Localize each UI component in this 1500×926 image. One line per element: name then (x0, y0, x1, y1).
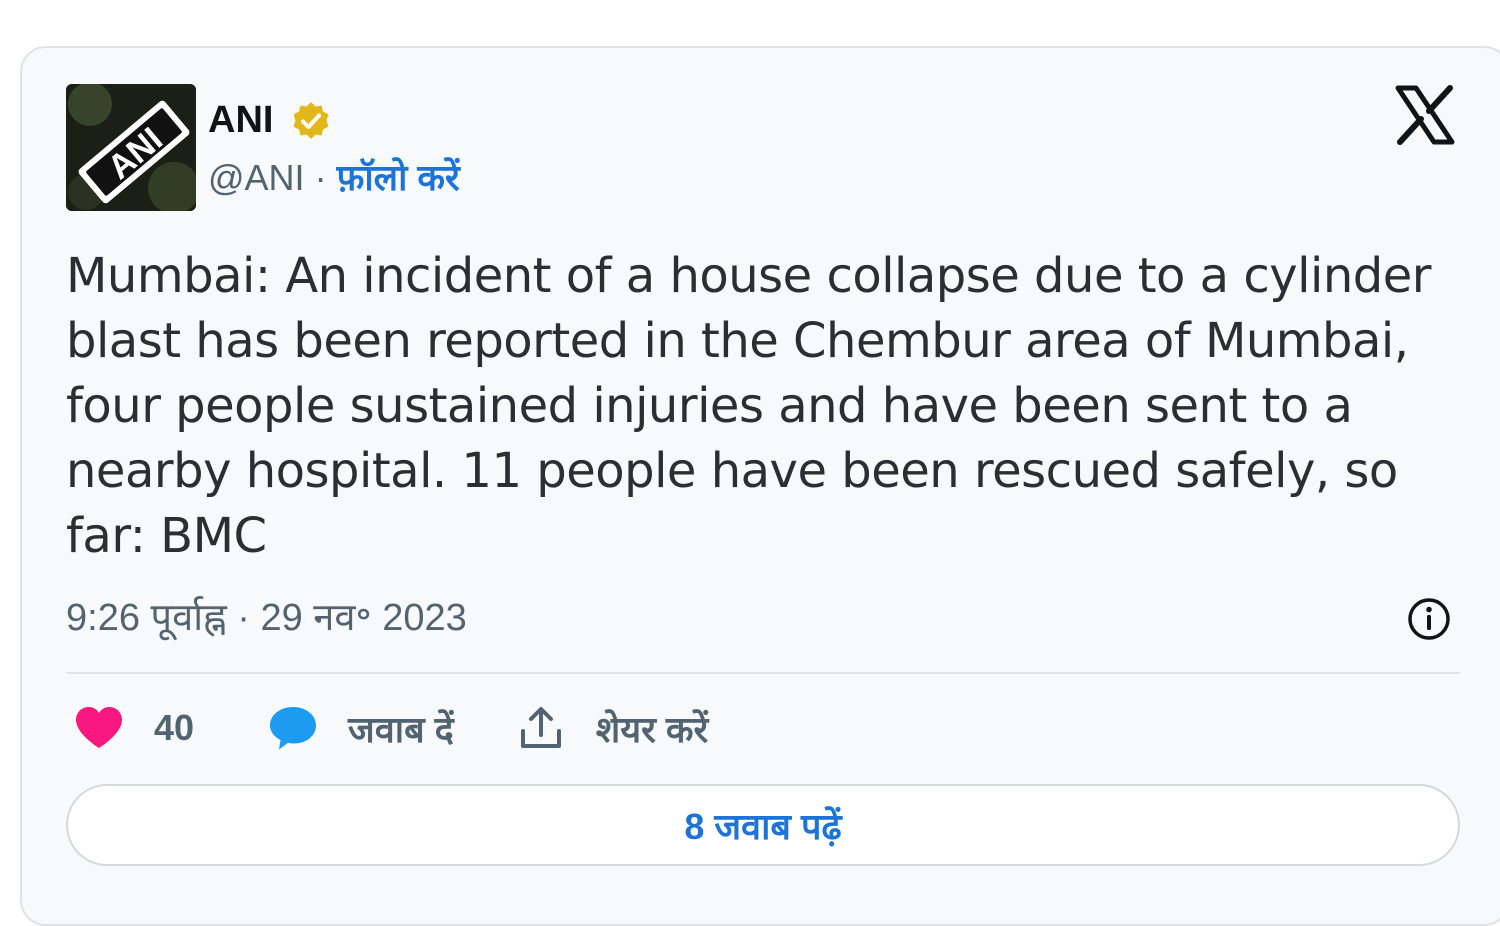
share-upload-icon (520, 707, 561, 748)
heart-icon (76, 707, 122, 748)
tweet-timestamp[interactable]: 9:26 पूर्वाह्न · 29 नव॰ 2023 (66, 592, 467, 644)
read-replies-button[interactable]: 8 जवाब पढ़ें (66, 784, 1460, 866)
like-count: 40 (154, 707, 195, 748)
action-bar: 40 जवाब दें शेयर करें (74, 698, 708, 758)
info-icon[interactable] (1406, 596, 1452, 642)
ani-logo-icon: ANI (66, 84, 196, 211)
divider (66, 672, 1460, 674)
handle-row: @ANI · फ़ॉलो करें (208, 154, 460, 202)
like-button[interactable]: 40 (74, 706, 194, 750)
tweet-text: Mumbai: An incident of a house collapse … (66, 248, 1431, 564)
reply-label: जवाब दें (348, 708, 454, 750)
reply-button[interactable]: जवाब दें (268, 704, 454, 753)
share-label: शेयर करें (595, 708, 709, 750)
avatar[interactable]: ANI (66, 84, 196, 211)
tweet-card: ANI ANI @ANI · फ़ॉलो करें Mumbai: An inc… (20, 46, 1500, 926)
author-name[interactable]: ANI (208, 98, 273, 142)
x-logo-icon[interactable] (1394, 84, 1456, 146)
author-handle[interactable]: @ANI (208, 157, 305, 198)
share-button[interactable]: शेयर करें (518, 704, 708, 753)
handle-separator: · (314, 157, 327, 198)
reply-bubble-icon (270, 707, 317, 750)
verified-badge-icon (293, 102, 329, 139)
follow-link[interactable]: फ़ॉलो करें (337, 157, 460, 198)
